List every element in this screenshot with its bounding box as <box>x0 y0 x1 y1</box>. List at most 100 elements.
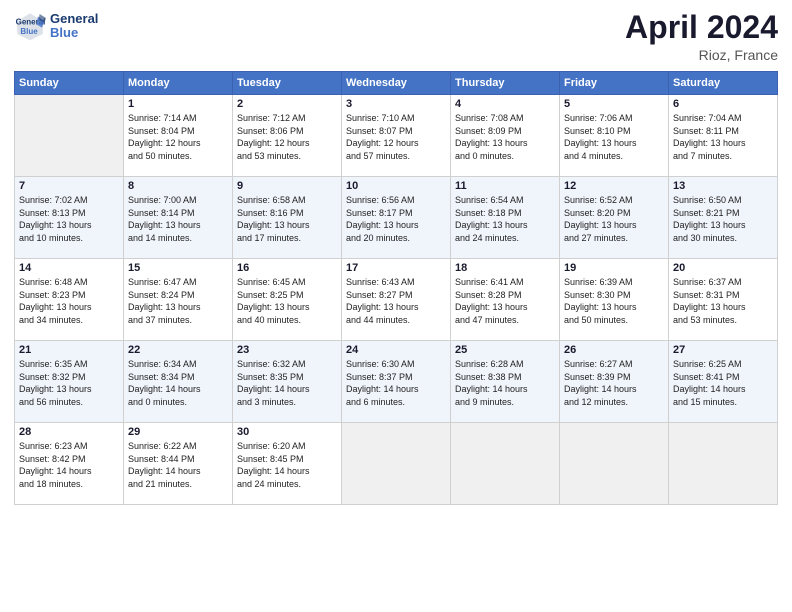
day-info-28: Sunrise: 6:23 AM Sunset: 8:42 PM Dayligh… <box>19 440 119 490</box>
day-num-30: 30 <box>237 426 337 438</box>
logo: General Blue General Blue <box>14 10 98 42</box>
day-info-8: Sunrise: 7:00 AM Sunset: 8:14 PM Dayligh… <box>128 194 228 244</box>
cell-w4-d4: 24Sunrise: 6:30 AM Sunset: 8:37 PM Dayli… <box>342 341 451 423</box>
day-info-30: Sunrise: 6:20 AM Sunset: 8:45 PM Dayligh… <box>237 440 337 490</box>
day-num-27: 27 <box>673 344 773 356</box>
cell-w1-d6: 5Sunrise: 7:06 AM Sunset: 8:10 PM Daylig… <box>560 95 669 177</box>
day-info-15: Sunrise: 6:47 AM Sunset: 8:24 PM Dayligh… <box>128 276 228 326</box>
week-row-3: 14Sunrise: 6:48 AM Sunset: 8:23 PM Dayli… <box>15 259 778 341</box>
cell-w2-d7: 13 Sunrise: 6:50 AM Sunset: 8:21 PM Dayli… <box>669 177 778 259</box>
day-num-21: 21 <box>19 344 119 356</box>
day-num-13: 13 <box>673 180 773 192</box>
cell-w5-d5 <box>451 423 560 505</box>
cell-w5-d2: 29Sunrise: 6:22 AM Sunset: 8:44 PM Dayli… <box>124 423 233 505</box>
day-num-11: 11 <box>455 180 555 192</box>
day-info-6: Sunrise: 7:04 AM Sunset: 8:11 PM Dayligh… <box>673 112 773 162</box>
day-num-9: 9 <box>237 180 337 192</box>
day-num-24: 24 <box>346 344 446 356</box>
cell-w3-d4: 17 Sunrise: 6:43 AM Sunset: 8:27 PM Dayli… <box>342 259 451 341</box>
day-info-2: Sunrise: 7:12 AM Sunset: 8:06 PM Dayligh… <box>237 112 337 162</box>
title-block: April 2024 Rioz, France <box>625 10 778 63</box>
day-num-22: 22 <box>128 344 228 356</box>
day-num-3: 3 <box>346 98 446 110</box>
cell-w2-d3: 9 Sunrise: 6:58 AM Sunset: 8:16 PM Daylig… <box>233 177 342 259</box>
cell-w1-d3: 2 Sunrise: 7:12 AM Sunset: 8:06 PM Daylig… <box>233 95 342 177</box>
day-info-1: Sunrise: 7:14 AM Sunset: 8:04 PM Dayligh… <box>128 112 228 162</box>
header: General Blue General Blue April 2024 Rio… <box>14 10 778 63</box>
col-monday: Monday <box>124 72 233 95</box>
col-tuesday: Tuesday <box>233 72 342 95</box>
day-num-20: 20 <box>673 262 773 274</box>
day-info-3: Sunrise: 7:10 AM Sunset: 8:07 PM Dayligh… <box>346 112 446 162</box>
day-info-19: Sunrise: 6:39 AM Sunset: 8:30 PM Dayligh… <box>564 276 664 326</box>
cell-w4-d5: 25 Sunrise: 6:28 AM Sunset: 8:38 PM Dayli… <box>451 341 560 423</box>
day-num-6: 6 <box>673 98 773 110</box>
day-info-16: Sunrise: 6:45 AM Sunset: 8:25 PM Dayligh… <box>237 276 337 326</box>
cell-w3-d6: 19Sunrise: 6:39 AM Sunset: 8:30 PM Dayli… <box>560 259 669 341</box>
day-info-7: Sunrise: 7:02 AM Sunset: 8:13 PM Dayligh… <box>19 194 119 244</box>
cell-w4-d3: 23 Sunrise: 6:32 AM Sunset: 8:35 PM Dayli… <box>233 341 342 423</box>
col-friday: Friday <box>560 72 669 95</box>
cell-w2-d5: 11 Sunrise: 6:54 AM Sunset: 8:18 PM Dayli… <box>451 177 560 259</box>
day-info-9: Sunrise: 6:58 AM Sunset: 8:16 PM Dayligh… <box>237 194 337 244</box>
svg-text:Blue: Blue <box>20 27 38 36</box>
cell-w3-d7: 20 Sunrise: 6:37 AM Sunset: 8:31 PM Dayli… <box>669 259 778 341</box>
cell-w2-d4: 10 Sunrise: 6:56 AM Sunset: 8:17 PM Dayli… <box>342 177 451 259</box>
day-info-25: Sunrise: 6:28 AM Sunset: 8:38 PM Dayligh… <box>455 358 555 408</box>
day-info-20: Sunrise: 6:37 AM Sunset: 8:31 PM Dayligh… <box>673 276 773 326</box>
logo-line1: General <box>50 12 98 26</box>
day-info-11: Sunrise: 6:54 AM Sunset: 8:18 PM Dayligh… <box>455 194 555 244</box>
day-num-25: 25 <box>455 344 555 356</box>
day-num-8: 8 <box>128 180 228 192</box>
day-num-14: 14 <box>19 262 119 274</box>
week-row-2: 7 Sunrise: 7:02 AM Sunset: 8:13 PM Daylig… <box>15 177 778 259</box>
cell-w1-d7: 6 Sunrise: 7:04 AM Sunset: 8:11 PM Daylig… <box>669 95 778 177</box>
day-info-23: Sunrise: 6:32 AM Sunset: 8:35 PM Dayligh… <box>237 358 337 408</box>
calendar-table: Sunday Monday Tuesday Wednesday Thursday… <box>14 71 778 505</box>
day-num-17: 17 <box>346 262 446 274</box>
cell-w4-d6: 26Sunrise: 6:27 AM Sunset: 8:39 PM Dayli… <box>560 341 669 423</box>
day-num-23: 23 <box>237 344 337 356</box>
day-num-7: 7 <box>19 180 119 192</box>
cell-w3-d5: 18 Sunrise: 6:41 AM Sunset: 8:28 PM Dayli… <box>451 259 560 341</box>
cell-w2-d2: 8 Sunrise: 7:00 AM Sunset: 8:14 PM Daylig… <box>124 177 233 259</box>
cell-w5-d7 <box>669 423 778 505</box>
day-info-13: Sunrise: 6:50 AM Sunset: 8:21 PM Dayligh… <box>673 194 773 244</box>
day-info-10: Sunrise: 6:56 AM Sunset: 8:17 PM Dayligh… <box>346 194 446 244</box>
day-info-12: Sunrise: 6:52 AM Sunset: 8:20 PM Dayligh… <box>564 194 664 244</box>
cell-w5-d4 <box>342 423 451 505</box>
cell-w5-d6 <box>560 423 669 505</box>
cell-w2-d6: 12 Sunrise: 6:52 AM Sunset: 8:20 PM Dayli… <box>560 177 669 259</box>
day-num-28: 28 <box>19 426 119 438</box>
day-num-29: 29 <box>128 426 228 438</box>
day-num-4: 4 <box>455 98 555 110</box>
day-num-12: 12 <box>564 180 664 192</box>
day-num-16: 16 <box>237 262 337 274</box>
cell-w5-d3: 30 Sunrise: 6:20 AM Sunset: 8:45 PM Dayli… <box>233 423 342 505</box>
header-row: Sunday Monday Tuesday Wednesday Thursday… <box>15 72 778 95</box>
cell-w3-d2: 15 Sunrise: 6:47 AM Sunset: 8:24 PM Dayli… <box>124 259 233 341</box>
day-info-26: Sunrise: 6:27 AM Sunset: 8:39 PM Dayligh… <box>564 358 664 408</box>
cell-w1-d5: 4 Sunrise: 7:08 AM Sunset: 8:09 PM Daylig… <box>451 95 560 177</box>
day-info-4: Sunrise: 7:08 AM Sunset: 8:09 PM Dayligh… <box>455 112 555 162</box>
day-info-21: Sunrise: 6:35 AM Sunset: 8:32 PM Dayligh… <box>19 358 119 408</box>
day-num-18: 18 <box>455 262 555 274</box>
cell-w4-d7: 27Sunrise: 6:25 AM Sunset: 8:41 PM Dayli… <box>669 341 778 423</box>
page: General Blue General Blue April 2024 Rio… <box>0 0 792 612</box>
day-info-22: Sunrise: 6:34 AM Sunset: 8:34 PM Dayligh… <box>128 358 228 408</box>
cell-w1-d2: 1Sunrise: 7:14 AM Sunset: 8:04 PM Daylig… <box>124 95 233 177</box>
day-info-18: Sunrise: 6:41 AM Sunset: 8:28 PM Dayligh… <box>455 276 555 326</box>
day-num-10: 10 <box>346 180 446 192</box>
day-num-15: 15 <box>128 262 228 274</box>
day-num-2: 2 <box>237 98 337 110</box>
col-thursday: Thursday <box>451 72 560 95</box>
day-info-5: Sunrise: 7:06 AM Sunset: 8:10 PM Dayligh… <box>564 112 664 162</box>
day-info-17: Sunrise: 6:43 AM Sunset: 8:27 PM Dayligh… <box>346 276 446 326</box>
month-year: April 2024 <box>625 10 778 45</box>
cell-w5-d1: 28 Sunrise: 6:23 AM Sunset: 8:42 PM Dayli… <box>15 423 124 505</box>
col-saturday: Saturday <box>669 72 778 95</box>
col-sunday: Sunday <box>15 72 124 95</box>
cell-w1-d1 <box>15 95 124 177</box>
cell-w3-d3: 16 Sunrise: 6:45 AM Sunset: 8:25 PM Dayli… <box>233 259 342 341</box>
col-wednesday: Wednesday <box>342 72 451 95</box>
